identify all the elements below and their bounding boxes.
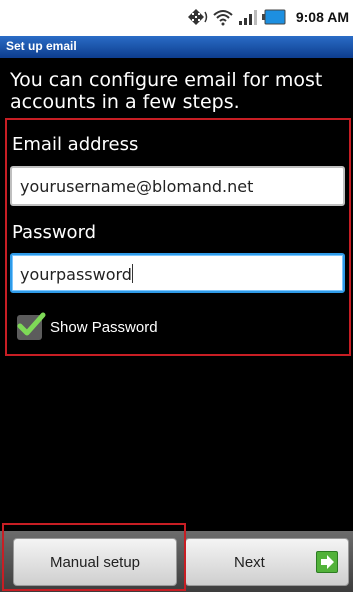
next-label: Next <box>234 554 265 571</box>
email-value: yourusername@blomand.net <box>20 177 254 196</box>
page-title: Set up email <box>6 39 77 53</box>
password-value: yourpassword <box>20 265 132 284</box>
next-button[interactable]: Next <box>185 538 349 586</box>
show-password-label: Show Password <box>50 319 158 336</box>
title-bar: Set up email <box>0 36 353 58</box>
wifi-icon <box>213 10 233 26</box>
status-icons: 9:08 AM <box>187 8 349 26</box>
email-label: Email address <box>12 134 139 155</box>
highlight-frame-manual-setup <box>2 523 186 591</box>
intro-text: You can configure email for most account… <box>10 69 323 113</box>
password-label: Password <box>12 222 97 243</box>
checkmark-icon <box>17 312 46 336</box>
show-password-row[interactable]: Show Password <box>17 312 158 340</box>
arrow-right-icon <box>316 551 338 573</box>
email-field[interactable]: yourusername@blomand.net <box>10 166 345 206</box>
status-time: 9:08 AM <box>295 9 349 25</box>
text-caret <box>131 264 133 283</box>
status-bar: 9:08 AM <box>0 0 353 36</box>
battery-icon <box>261 9 286 25</box>
password-field[interactable]: yourpassword <box>10 253 345 293</box>
signal-icon <box>238 10 257 25</box>
sync-icon <box>187 9 208 25</box>
show-password-checkbox[interactable] <box>17 312 46 340</box>
